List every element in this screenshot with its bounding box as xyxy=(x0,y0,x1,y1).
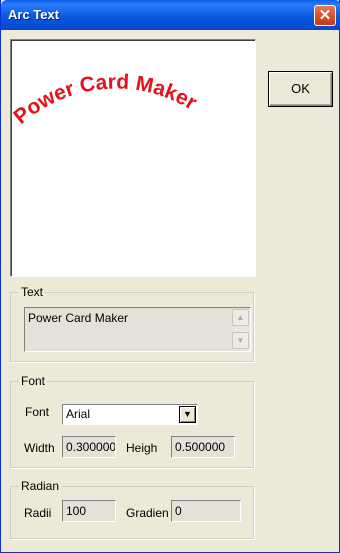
gradient-input[interactable]: 0 xyxy=(171,500,241,522)
title-bar[interactable]: Arc Text ✕ xyxy=(1,0,340,30)
radian-group-title: Radian xyxy=(19,479,62,493)
font-label: Font xyxy=(25,405,50,419)
scroll-up-icon[interactable]: ▲ xyxy=(232,309,249,326)
text-group: Text Power Card Maker ▲ ▼ xyxy=(10,285,254,362)
text-input-value: Power Card Maker xyxy=(28,311,129,325)
gradient-label: Gradient xyxy=(126,506,168,520)
window-title: Arc Text xyxy=(8,7,60,22)
text-group-title: Text xyxy=(19,285,46,299)
scroll-down-icon[interactable]: ▼ xyxy=(232,332,249,349)
ok-button[interactable]: OK xyxy=(268,71,333,107)
text-input[interactable]: Power Card Maker ▲ ▼ xyxy=(24,307,251,352)
font-group-title: Font xyxy=(19,374,48,388)
font-select[interactable]: Arial ▼ xyxy=(62,404,198,425)
preview-canvas: Power Card Maker xyxy=(11,70,201,128)
radian-group: Radian Radii 100 Gradient 0 xyxy=(10,479,254,539)
arc-text-dialog: Arc Text ✕ Power Card Maker OK Text Powe… xyxy=(0,0,340,553)
width-label: Width xyxy=(24,441,55,455)
radii-label: Radii xyxy=(24,506,52,520)
font-group: Font Font Arial ▼ Width 0.300000 Height … xyxy=(10,374,254,468)
radii-input[interactable]: 100 xyxy=(62,500,116,522)
close-icon: ✕ xyxy=(318,7,332,24)
font-select-value: Arial xyxy=(66,407,91,421)
text-scrollbar[interactable]: ▲ ▼ xyxy=(232,309,249,350)
arc-text-preview: Power Card Maker xyxy=(10,39,256,277)
preview-arc-text: Power Card Maker xyxy=(11,70,201,128)
chevron-down-icon[interactable]: ▼ xyxy=(179,406,196,423)
preview-arc-textpath: Power Card Maker xyxy=(11,70,201,128)
height-input[interactable]: 0.500000 xyxy=(171,436,235,458)
height-label: Height xyxy=(126,441,158,455)
close-button[interactable]: ✕ xyxy=(314,5,336,26)
width-input[interactable]: 0.300000 xyxy=(62,436,116,458)
